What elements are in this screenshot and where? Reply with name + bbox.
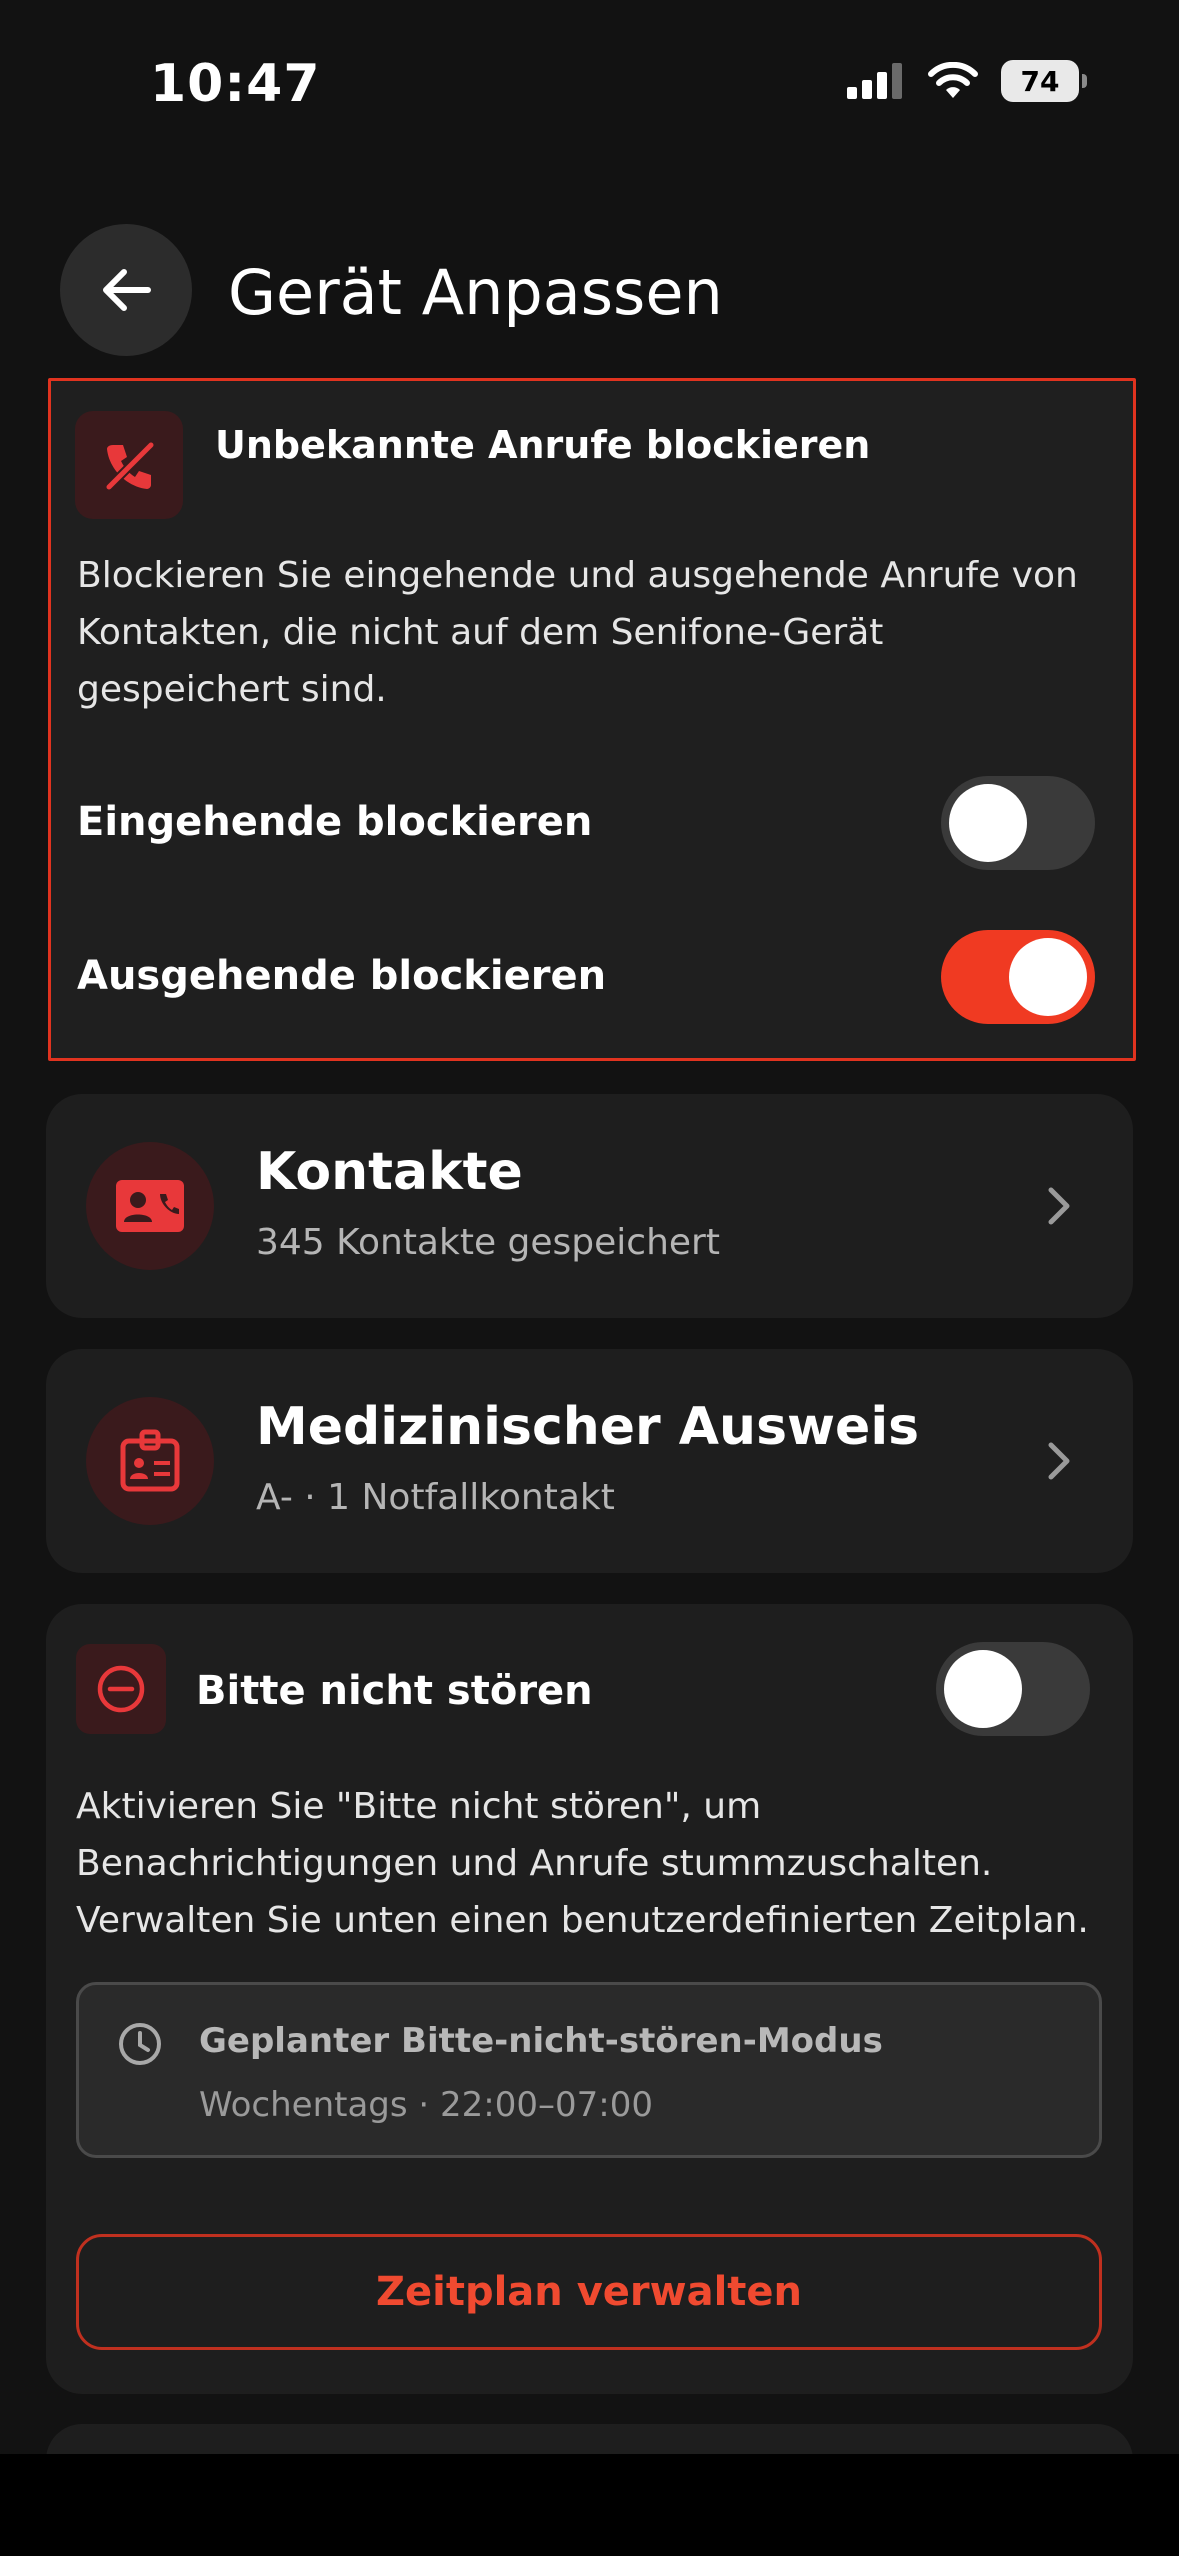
signal-icon — [847, 63, 902, 99]
page-title: Gerät Anpassen — [228, 256, 723, 329]
status-bar: 10:47 74 — [0, 0, 1179, 170]
minus-circle-icon — [76, 1644, 166, 1734]
contact-card-icon — [86, 1142, 214, 1270]
outgoing-block-label: Ausgehende blockieren — [77, 953, 607, 999]
do-not-disturb-card: Bitte nicht stören Aktivieren Sie "Bitte… — [46, 1604, 1133, 2394]
schedule-subtitle: Wochentags · 22:00–07:00 — [199, 2085, 653, 2125]
chevron-right-icon — [1048, 1187, 1070, 1225]
medical-id-subtitle: A- · 1 Notfallkontakt — [256, 1477, 615, 1518]
dnd-toggle[interactable] — [936, 1642, 1090, 1736]
header: Gerät Anpassen — [0, 220, 1179, 370]
toggle-knob — [1009, 938, 1087, 1016]
medical-id-title: Medizinischer Ausweis — [256, 1397, 920, 1457]
wifi-icon — [928, 62, 978, 98]
block-unknown-description: Blockieren Sie eingehende und ausgehende… — [77, 555, 1078, 710]
scheduled-dnd-box: Geplanter Bitte-nicht-stören-Modus Woche… — [76, 1982, 1102, 2158]
status-time: 10:47 — [150, 54, 321, 114]
battery-indicator: 74 — [1001, 60, 1087, 102]
arrow-left-icon — [103, 269, 151, 311]
clock-icon — [119, 2023, 161, 2065]
dnd-title: Bitte nicht stören — [196, 1668, 593, 1714]
status-icons: 74 — [847, 60, 1087, 102]
toggle-knob — [949, 784, 1027, 862]
dnd-description: Aktivieren Sie "Bitte nicht stören", um … — [76, 1786, 1089, 1941]
toggle-knob — [944, 1650, 1022, 1728]
incoming-block-toggle[interactable] — [941, 776, 1095, 870]
incoming-block-label: Eingehende blockieren — [77, 799, 593, 845]
contacts-title: Kontakte — [256, 1142, 523, 1202]
outgoing-block-toggle[interactable] — [941, 930, 1095, 1024]
blocked-call-icon — [75, 411, 183, 519]
back-button[interactable] — [60, 224, 192, 356]
chevron-right-icon — [1048, 1442, 1070, 1480]
contacts-subtitle: 345 Kontakte gespeichert — [256, 1222, 720, 1263]
id-badge-icon — [86, 1397, 214, 1525]
manage-schedule-button[interactable]: Zeitplan verwalten — [76, 2234, 1102, 2350]
bottom-bar — [0, 2454, 1179, 2556]
contacts-card[interactable]: Kontakte 345 Kontakte gespeichert — [46, 1094, 1133, 1318]
block-unknown-title: Unbekannte Anrufe blockieren — [215, 423, 871, 467]
block-unknown-calls-card: Unbekannte Anrufe blockieren Blockieren … — [48, 378, 1136, 1061]
medical-id-card[interactable]: Medizinischer Ausweis A- · 1 Notfallkont… — [46, 1349, 1133, 1573]
schedule-title: Geplanter Bitte-nicht-stören-Modus — [199, 2021, 883, 2061]
